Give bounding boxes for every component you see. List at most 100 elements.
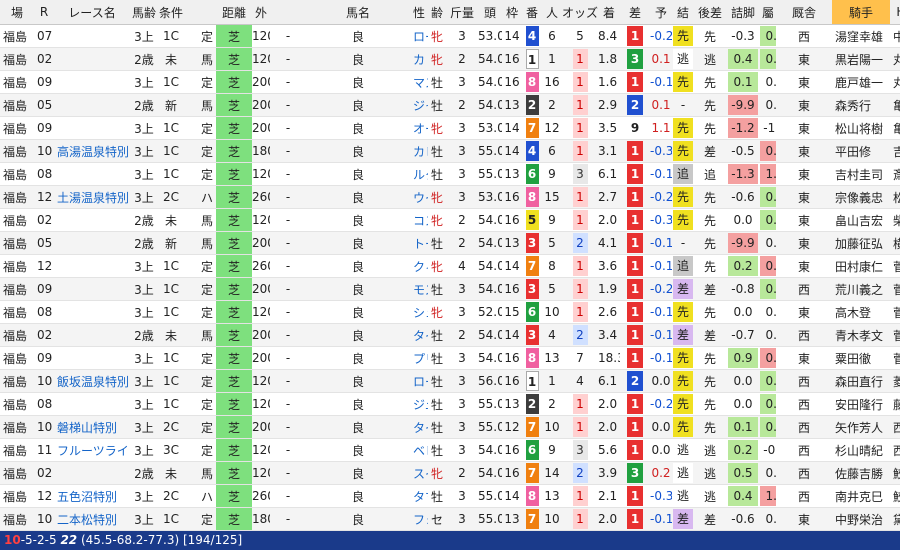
column-header[interactable]	[270, 0, 306, 25]
column-header[interactable]: 厩舎	[776, 0, 832, 25]
cell-horse-name[interactable]: トーセンクライマー	[410, 231, 428, 255]
cell-race-name[interactable]: 土湯温泉特別	[54, 185, 130, 209]
column-header[interactable]: 結	[672, 0, 694, 25]
table-row[interactable]: 福島052歳新馬芝2000-良トーセンクライマー牡254.0133524.11-…	[0, 231, 900, 255]
cell-race-name[interactable]: 飯坂温泉特別	[54, 369, 130, 393]
column-header[interactable]: 番	[522, 0, 542, 25]
column-header[interactable]: 馬齢	[130, 0, 158, 25]
cell-margin: 0.0	[650, 415, 672, 439]
cell-horse-name[interactable]: プリンスチャーム	[410, 346, 428, 370]
column-header[interactable]: 条件	[158, 0, 184, 25]
cell-race-name[interactable]: フルーツライ	[54, 438, 130, 462]
cell-finish: 2	[620, 369, 650, 393]
cell-class: 1C	[158, 277, 184, 301]
cell-horse-name[interactable]: タイセイシリウス	[410, 415, 428, 439]
cell-horse-name[interactable]: クィーンユニバンス	[410, 254, 428, 278]
cell-race-name[interactable]	[54, 162, 130, 186]
column-header[interactable]	[198, 0, 216, 25]
column-header[interactable]: R	[34, 0, 54, 25]
table-row[interactable]: 福島10磐梯山特別3上2C定芝2000-良タイセイシリウス牡355.012710…	[0, 415, 900, 439]
column-header[interactable]: 距離	[216, 0, 252, 25]
cell-race-name[interactable]	[54, 231, 130, 255]
table-row[interactable]: 福島022歳未馬芝1200-良カトルショセット牝254.0161111.830.…	[0, 47, 900, 71]
cell-race-name[interactable]	[54, 254, 130, 278]
cell-race-name[interactable]	[54, 300, 130, 324]
cell-race-name[interactable]	[54, 461, 130, 485]
cell-horse-name[interactable]: ジャスパーゴールド	[410, 93, 428, 117]
column-header[interactable]: 予	[650, 0, 672, 25]
column-header[interactable]: 人	[542, 0, 562, 25]
cell-horse-name[interactable]: カレンシュトラウス	[410, 139, 428, 163]
column-header[interactable]: レース名	[54, 0, 130, 25]
cell-race-name[interactable]: 二本松特別	[54, 507, 130, 531]
table-row[interactable]: 福島10飯坂温泉特別3上1C定芝1200-良ロードベイリーフ牡356.01611…	[0, 369, 900, 393]
column-header[interactable]: 斤量	[446, 0, 478, 25]
column-header[interactable]: 屬	[760, 0, 776, 25]
column-header[interactable]: 差	[620, 0, 650, 25]
table-row[interactable]: 福島12土湯温泉特別3上2C ハ芝2600-良ウインキートス牝353.016815…	[0, 185, 900, 209]
cell-race-name[interactable]	[54, 346, 130, 370]
column-header[interactable]: 場	[0, 0, 34, 25]
table-row[interactable]: 福島12五色沼特別3上2Cハ芝2600-良タマモディータイム牡355.01481…	[0, 484, 900, 508]
cell-race-name[interactable]: 高湯温泉特別	[54, 139, 130, 163]
cell-horse-name[interactable]: オールステリーナ	[410, 116, 428, 140]
table-row[interactable]: 福島09 3上1C 定芝2000-良オールステリーナ牝353.014712 1 3.5 9…	[0, 116, 900, 140]
cell-horse-name[interactable]: ジュビリーヘッド	[410, 392, 428, 416]
table-row[interactable]: 福島10二本松特別3上1C定芝1800-良フォワードアゲンセ355.013710…	[0, 507, 900, 531]
column-header[interactable]: 性	[410, 0, 428, 25]
column-header[interactable]	[184, 0, 198, 25]
table-row[interactable]: 福島093上1C定芝2000-良モズナガレボシ牡354.0163511.91-0…	[0, 277, 900, 301]
cell-race-name[interactable]	[54, 323, 130, 347]
cell-horse-name[interactable]: ルクルト	[410, 162, 428, 186]
table-row[interactable]: 福島022歳未馬芝1200-良コスモマイン牝254.0165912.01-0.3…	[0, 208, 900, 232]
cell-race-name[interactable]	[54, 70, 130, 94]
table-row[interactable]: 福島083上1C定芝1200-良ルクルト牡355.0136936.11-0.1追…	[0, 162, 900, 186]
cell-horse-name[interactable]: シュルルヴァン	[410, 300, 428, 324]
cell-horse-name[interactable]: タイセイコマンド	[410, 323, 428, 347]
column-header[interactable]: 騎手	[832, 0, 890, 25]
cell-prediction: 先	[672, 24, 694, 48]
cell-horse-name[interactable]: スイーツマジック	[410, 461, 428, 485]
table-row[interactable]: 福島09 3上1C 定芝2000-良プリンスチャーム牡354.016813 7 18.3…	[0, 346, 900, 370]
column-header[interactable]: 枠	[502, 0, 522, 25]
table-row[interactable]: 福島083上1C定芝1200-良シュルルヴァン牝352.01561012.61-…	[0, 300, 900, 324]
table-row[interactable]: 福島093上1C定芝2000-良マスターワーク牡354.01681611.61-…	[0, 70, 900, 94]
cell-horse-name[interactable]: マスターワーク	[410, 70, 428, 94]
cell-horse-name[interactable]: フォワードアゲン	[410, 507, 428, 531]
table-row[interactable]: 福島123上1C定芝2600-良クィーンユニバンス牝454.0147813.61…	[0, 254, 900, 278]
cell-race-name[interactable]: 五色沼特別	[54, 484, 130, 508]
cell-race-name[interactable]	[54, 277, 130, 301]
table-row[interactable]: 福島052歳新馬芝2000-良ジャスパーゴールド牡254.0132212.920…	[0, 93, 900, 117]
table-row[interactable]: 福島11フルーツライ3上3C定芝1200-良ベレヌス牡354.0166935.6…	[0, 438, 900, 462]
cell-race-name[interactable]	[54, 208, 130, 232]
cell-race-name[interactable]	[54, 392, 130, 416]
table-row[interactable]: 福島022歳未馬芝1200-良スイーツマジック牝254.01671423.930…	[0, 461, 900, 485]
cell-race-name[interactable]	[54, 24, 130, 48]
cell-race-name[interactable]	[54, 116, 130, 140]
cell-race-name[interactable]: 磐梯山特別	[54, 415, 130, 439]
table-row[interactable]: 福島022歳未馬芝2000-良タイセイコマンド牡254.0143423.41-0…	[0, 323, 900, 347]
table-row[interactable]: 福島07 3上1C 定芝1200-良ローランダー牝353.014465 8.4 1 -0.…	[0, 24, 900, 48]
cell-horse-name[interactable]: タマモディータイム	[410, 484, 428, 508]
column-header[interactable]: 詰脚	[726, 0, 760, 25]
column-header[interactable]: 馬名	[306, 0, 410, 25]
table-row[interactable]: 福島083上1C定芝1200-良ジュビリーヘッド牡355.0132212.01-…	[0, 392, 900, 416]
column-header[interactable]: HB	[890, 0, 900, 25]
cell-horse-name[interactable]: ローランダー	[410, 24, 428, 48]
cell-horse-name[interactable]: ロードベイリーフ	[410, 369, 428, 393]
cell-horse-name[interactable]: モズナガレボシ	[410, 277, 428, 301]
column-header[interactable]: 後差	[694, 0, 726, 25]
cell-horse-name[interactable]: ウインキートス	[410, 185, 428, 209]
column-header[interactable]: 齢	[428, 0, 446, 25]
column-header[interactable]: 頭	[478, 0, 502, 25]
cell-race-name[interactable]	[54, 47, 130, 71]
column-header[interactable]: 外	[252, 0, 270, 25]
cell-horse-name[interactable]: カトルショセット	[410, 47, 428, 71]
cell-horse-name[interactable]: コスモマイン	[410, 208, 428, 232]
cell-race-name[interactable]	[54, 93, 130, 117]
column-header[interactable]: 着	[598, 0, 620, 25]
column-header[interactable]: オッズ	[562, 0, 598, 25]
cell-horse-name[interactable]: ベレヌス	[410, 438, 428, 462]
table-row[interactable]: 福島10高湯温泉特別3上1C 定芝1800-良カレンシュトラウス牡355.0144…	[0, 139, 900, 163]
cell-field-size: 16	[502, 346, 522, 370]
